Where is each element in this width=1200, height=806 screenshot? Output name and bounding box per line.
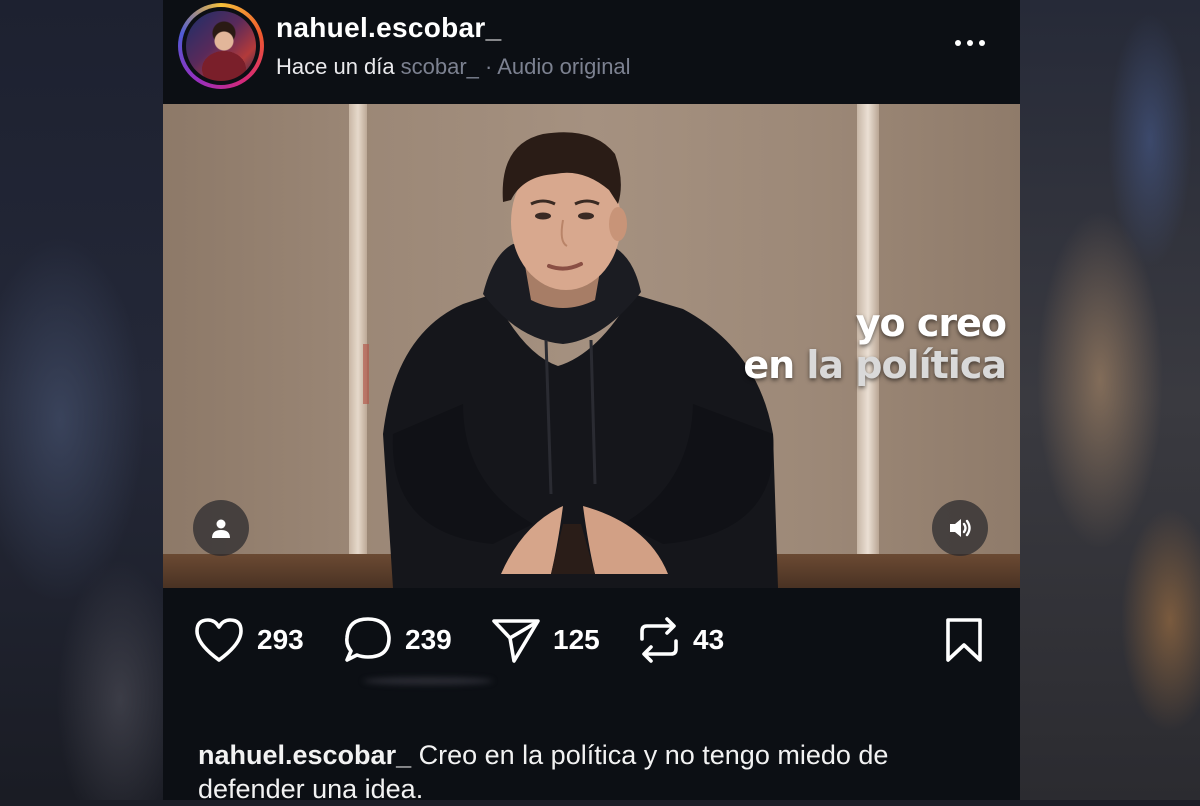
tagged-users-button[interactable] <box>193 500 249 556</box>
share-action: 125 <box>491 612 600 668</box>
sound-button[interactable] <box>932 500 988 556</box>
blurred-background-right <box>1020 0 1200 800</box>
video-player[interactable]: yo creo en la política <box>163 104 1020 588</box>
more-options-button[interactable] <box>948 28 992 58</box>
user-icon <box>212 519 230 538</box>
post-meta: Hace un día scobar_ · Audio original <box>276 54 631 80</box>
overlay-line-2b: la política <box>806 343 1007 387</box>
video-text-overlay: yo creo en la política <box>743 301 1007 387</box>
heart-icon[interactable] <box>193 616 245 664</box>
audio-label[interactable]: scobar_ · Audio original <box>401 54 631 79</box>
share-count: 125 <box>553 624 600 655</box>
instagram-post: nahuel.escobar_ Hace un día scobar_ · Aud… <box>163 0 1020 804</box>
like-action: 293 <box>193 612 304 668</box>
like-count: 293 <box>257 624 304 655</box>
repost-count: 43 <box>693 624 725 655</box>
speaker-icon <box>950 519 971 537</box>
paper-plane-icon[interactable] <box>491 616 541 664</box>
bookmark-icon <box>946 618 982 662</box>
avatar[interactable] <box>178 3 264 89</box>
avatar-image <box>186 11 256 81</box>
comment-action: 239 <box>343 612 452 668</box>
save-button[interactable] <box>941 612 987 668</box>
post-username[interactable]: nahuel.escobar_ <box>276 12 501 44</box>
post-caption: nahuel.escobar_ Creo en la política y no… <box>198 738 988 806</box>
screen-smudge <box>363 677 493 685</box>
overlay-line-1: yo creo <box>855 301 1007 345</box>
caption-username[interactable]: nahuel.escobar_ <box>198 740 411 770</box>
repost-icon[interactable] <box>637 615 681 665</box>
repost-action: 43 <box>637 612 724 668</box>
comment-count: 239 <box>405 624 452 655</box>
blurred-background-left <box>0 0 163 800</box>
overlay-line-2a: en <box>743 343 795 387</box>
comment-bubble-icon[interactable] <box>343 615 393 665</box>
post-time: Hace un día <box>276 54 395 79</box>
more-dots-icon <box>955 40 961 46</box>
